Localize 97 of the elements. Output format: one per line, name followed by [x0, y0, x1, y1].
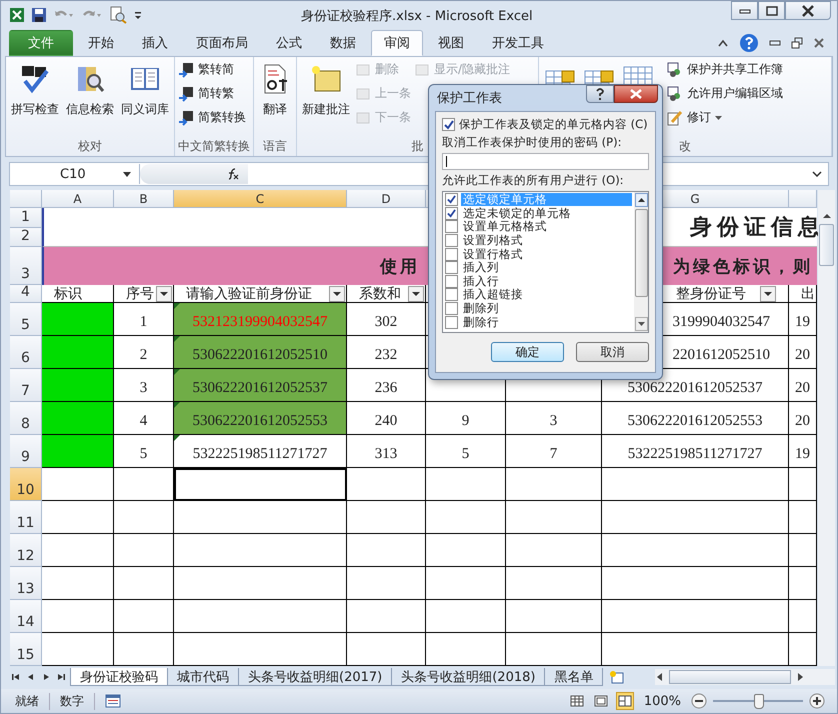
group-label: 语言: [263, 139, 287, 154]
row-header[interactable]: 7: [10, 369, 42, 402]
row-header[interactable]: 13: [10, 567, 42, 600]
ribbon-tab[interactable]: 视图: [425, 30, 477, 56]
ribbon-tab[interactable]: 页面布局: [183, 30, 261, 56]
sheet-tab[interactable]: 头条号收益明细(2018): [391, 668, 546, 686]
ribbon-button[interactable]: 翻译: [257, 58, 293, 122]
permission-option[interactable]: 设置行格式: [461, 248, 525, 261]
column-header[interactable]: C: [174, 190, 347, 208]
table-cell: 出: [789, 285, 817, 304]
row-header[interactable]: 2: [10, 228, 42, 248]
ribbon-tab[interactable]: 开发工具: [479, 30, 557, 56]
ribbon-button[interactable]: 繁转简: [178, 58, 246, 81]
banner-text: 为绿色标识，则: [673, 256, 813, 278]
row-header[interactable]: 4: [10, 285, 42, 304]
ribbon-button[interactable]: 简转繁: [178, 82, 246, 105]
permissions-label: 允许此工作表的所有用户进行 (O):: [442, 173, 625, 188]
name-box[interactable]: C10: [10, 164, 140, 184]
row-header[interactable]: 15: [10, 633, 42, 666]
table-cell: 532225198511271727: [174, 435, 347, 468]
permission-option[interactable]: 插入超链接: [461, 288, 525, 302]
group-label: 中文简繁转换: [178, 139, 250, 154]
dialog-title: 保护工作表: [437, 90, 502, 107]
row-header[interactable]: 11: [10, 501, 42, 534]
table-cell: 19: [789, 303, 817, 336]
ribbon-button[interactable]: 新建批注: [300, 58, 352, 122]
row-header[interactable]: 6: [10, 336, 42, 370]
permission-option[interactable]: 设置列格式: [461, 234, 525, 248]
table-cell: 9: [426, 402, 506, 436]
dialog-button[interactable]: 确定: [491, 342, 564, 362]
group-label: 批: [412, 139, 424, 154]
table-cell: 302: [347, 303, 426, 336]
table-cell: 530622201612052553: [602, 402, 789, 436]
table-cell: 530622201612052553: [174, 402, 347, 436]
ribbon-button[interactable]: 简繁转换: [178, 106, 246, 129]
table-cell: 313: [347, 435, 426, 468]
sheet-tab[interactable]: 城市代码: [167, 668, 239, 686]
table-cell: 20: [789, 402, 817, 436]
table-cell: 532123199904032547: [174, 303, 347, 336]
group-label: 校对: [78, 139, 102, 154]
ribbon-tab[interactable]: 文件: [9, 30, 73, 56]
password-label: 取消工作表保护时使用的密码 (P):: [442, 135, 622, 150]
dialog-button[interactable]: 取消: [576, 342, 649, 362]
sheet-title: 身份证信息: [690, 213, 825, 242]
ribbon-tab[interactable]: 插入: [129, 30, 181, 56]
table-cell: 232: [347, 336, 426, 370]
column-header[interactable]: D: [347, 190, 426, 208]
ribbon-button[interactable]: 信息检索: [64, 58, 116, 122]
permission-option[interactable]: 删除列: [461, 302, 501, 316]
table-cell: 532225198511271727: [602, 435, 789, 468]
sheet-tab[interactable]: 黑名单: [544, 668, 604, 686]
ribbon-button[interactable]: 修订: [667, 106, 783, 129]
table-cell: 序号: [114, 285, 174, 304]
row-header[interactable]: 14: [10, 600, 42, 634]
table-cell: 20: [789, 336, 817, 370]
permission-option[interactable]: 设置单元格格式: [461, 220, 549, 234]
table-cell: 20: [789, 369, 817, 402]
table-cell: 240: [347, 402, 426, 436]
protect-checkbox[interactable]: 保护工作表及锁定的单元格内容 (C): [442, 117, 649, 132]
row-header[interactable]: 1: [10, 208, 42, 228]
table-cell: 3: [506, 402, 602, 436]
permission-option[interactable]: 插入行: [461, 274, 501, 288]
sheet-tab[interactable]: 身份证校验码: [70, 668, 168, 686]
ribbon-button[interactable]: 保护并共享工作簿: [667, 58, 783, 81]
row-header[interactable]: 3: [10, 247, 42, 286]
row-header[interactable]: 9: [10, 435, 42, 468]
ribbon-tab[interactable]: 公式: [263, 30, 315, 56]
row-header[interactable]: 8: [10, 402, 42, 436]
table-cell: 530622201612052510: [174, 336, 347, 370]
ribbon-button[interactable]: 同义词库: [119, 58, 171, 122]
row-header[interactable]: 5: [10, 303, 42, 336]
table-cell: 236: [347, 369, 426, 402]
permission-option[interactable]: 删除行: [461, 316, 501, 329]
column-header[interactable]: B: [114, 190, 174, 208]
status-text: 数字: [50, 692, 95, 710]
group-label: 改: [679, 139, 691, 154]
permission-option[interactable]: 选定未锁定的单元格: [461, 206, 573, 220]
table-cell: 5: [426, 435, 506, 468]
table-cell: 系数和: [347, 285, 426, 304]
ribbon-tab[interactable]: 数据: [317, 30, 369, 56]
status-text: 就绪: [5, 692, 50, 710]
ribbon-button[interactable]: 允许用户编辑区域: [667, 82, 783, 105]
table-cell: 7: [506, 435, 602, 468]
ribbon-button[interactable]: 拼写检查: [9, 58, 61, 122]
banner-text: 使用: [380, 256, 420, 278]
permission-option[interactable]: 插入列: [461, 261, 501, 274]
table-cell: 530622201612052537: [174, 369, 347, 402]
row-header[interactable]: 10: [10, 468, 42, 502]
row-header[interactable]: 12: [10, 534, 42, 568]
ribbon-tab[interactable]: 开始: [75, 30, 127, 56]
column-header[interactable]: A: [42, 190, 114, 208]
table-cell: 5: [114, 435, 174, 468]
window-title: 身份证校验程序.xlsx - Microsoft Excel: [301, 8, 533, 25]
sheet-tab[interactable]: 头条号收益明细(2017): [238, 668, 392, 686]
table-cell: 19: [789, 435, 817, 468]
ribbon-tab[interactable]: 审阅: [371, 30, 423, 56]
zoom-level-text[interactable]: 100%: [644, 694, 681, 709]
